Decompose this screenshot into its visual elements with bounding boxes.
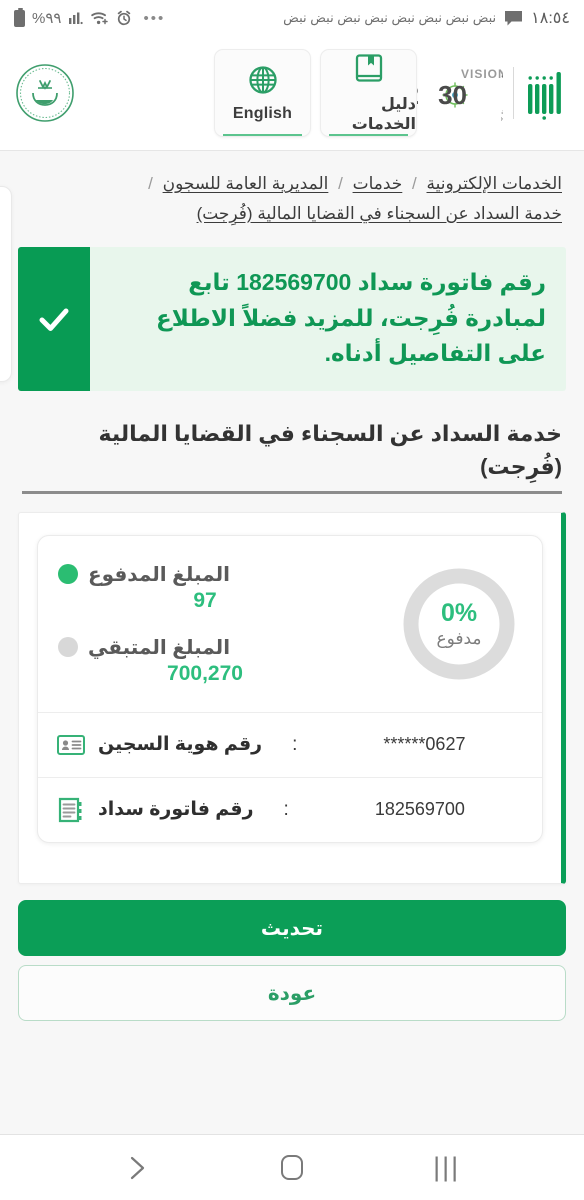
id-card-icon	[57, 734, 85, 755]
service-panel: المبلغ المدفوع 97 المبلغ المتبقي 700,270	[18, 511, 566, 884]
svg-text:المملكة العربية السعودية: المملكة العربية السعودية	[501, 108, 503, 116]
donut-caption-label: مدفوع	[436, 628, 482, 648]
breadcrumb-item-e-services[interactable]: الخدمات الإلكترونية	[427, 174, 563, 193]
absher-logo	[528, 72, 561, 120]
android-nav-bar: |||	[0, 1134, 584, 1200]
alert-message: رقم فاتورة سداد 182569700 تابع لمبادرة ف…	[155, 269, 546, 367]
remaining-value: 700,270	[167, 661, 243, 685]
alert-icon-panel	[18, 246, 90, 391]
payment-legend: المبلغ المدفوع 97 المبلغ المتبقي 700,270	[58, 562, 382, 686]
site-header: رؤيـــة VISION 2 30 المملكة العربية السع…	[0, 36, 584, 151]
payment-progress-donut: 0% مدفوع	[400, 565, 518, 683]
breadcrumb-separator: /	[148, 174, 153, 193]
svg-text:2: 2	[417, 80, 419, 110]
saudi-ministry-interior-emblem	[16, 64, 74, 122]
nav-back-button[interactable]	[110, 1141, 164, 1195]
breadcrumb-item-services[interactable]: خدمات	[353, 174, 403, 193]
legend-remaining: المبلغ المتبقي 700,270	[58, 635, 382, 686]
back-button[interactable]: عودة	[18, 964, 566, 1021]
svg-text:KINGDOM OF SAUDI ARABIA: KINGDOM OF SAUDI ARABIA	[501, 117, 503, 123]
nav-recents-button[interactable]: |||	[420, 1141, 474, 1195]
page-title-wrap: خدمة السداد عن السجناء في القضايا المالي…	[22, 417, 562, 494]
services-guide-button[interactable]: دليل الخدمات	[320, 49, 417, 137]
breadcrumb-separator: /	[412, 174, 417, 193]
paid-label: المبلغ المدفوع	[88, 563, 230, 586]
success-alert: رقم فاتورة سداد 182569700 تابع لمبادرة ف…	[18, 246, 566, 391]
page-content: الخدمات الإلكترونية / خدمات / المديرية ا…	[0, 151, 584, 1134]
breadcrumb-separator: /	[338, 174, 343, 193]
status-bar-left: ٩٩% •••	[14, 7, 169, 27]
book-bookmark-icon	[355, 54, 382, 82]
prisoner-id-label: رقم هوية السجين	[98, 734, 263, 755]
page-title: خدمة السداد عن السجناء في القضايا المالي…	[22, 417, 562, 494]
notification-ticker-label: نبض نبض نبض نبض نبض نبض نبض نبض	[283, 10, 497, 25]
home-icon	[281, 1155, 304, 1180]
globe-icon	[248, 66, 277, 94]
battery-percent-label: ٩٩%	[32, 10, 62, 27]
clock-label: ١٨:٥٤	[531, 10, 570, 27]
services-guide-label: دليل الخدمات	[351, 96, 416, 133]
paid-value: 97	[193, 588, 217, 612]
back-chevron-icon	[131, 1156, 145, 1179]
legend-paid: المبلغ المدفوع 97	[58, 562, 382, 613]
status-bar: ٩٩% ••• ١٨:٥٤ نبض نبض نبض نبض نبض نبض نب…	[0, 0, 584, 36]
remaining-dot-icon	[58, 637, 78, 657]
invoice-document-icon	[58, 797, 82, 822]
donut-percent-label: 0%	[440, 598, 478, 627]
vision-2030-logo-group: رؤيـــة VISION 2 30 المملكة العربية السع…	[417, 62, 566, 124]
wifi-icon	[91, 12, 109, 25]
action-buttons: تحديث عودة	[18, 899, 566, 1021]
recents-icon: |||	[433, 1152, 461, 1182]
breadcrumb-item-current-service[interactable]: خدمة السداد عن السجناء في القضايا المالي…	[197, 204, 562, 223]
donut-center: 0% مدفوع	[400, 565, 518, 683]
phone-screen: ٩٩% ••• ١٨:٥٤ نبض نبض نبض نبض نبض نبض نب…	[0, 0, 584, 1200]
update-button[interactable]: تحديث	[18, 899, 566, 956]
payment-summary-card: المبلغ المدفوع 97 المبلغ المتبقي 700,270	[37, 534, 543, 843]
message-bubble-icon	[505, 10, 523, 25]
breadcrumb-item-prisons-directorate[interactable]: المديرية العامة للسجون	[163, 174, 329, 193]
offscreen-card-edge	[0, 186, 12, 382]
language-english-button[interactable]: English	[214, 49, 311, 137]
signal-bars-icon	[69, 12, 84, 25]
prisoner-id-colon: :	[292, 733, 298, 755]
invoice-number-value: 182569700	[374, 799, 465, 819]
prisoner-id-value: ******0627	[383, 734, 466, 754]
battery-icon	[14, 7, 25, 27]
logo-divider	[513, 67, 514, 119]
detail-row-invoice-number: رقم فاتورة سداد : 182569700	[38, 776, 542, 842]
status-overflow-icon: •••	[143, 9, 166, 27]
alarm-clock-icon	[118, 10, 131, 26]
status-bar-right: ١٨:٥٤ نبض نبض نبض نبض نبض نبض نبض نبض	[283, 8, 570, 28]
breadcrumb: الخدمات الإلكترونية / خدمات / المديرية ا…	[0, 151, 584, 235]
nav-home-button[interactable]	[265, 1141, 319, 1195]
invoice-number-label: رقم فاتورة سداد	[98, 799, 254, 820]
paid-dot-icon	[58, 564, 78, 584]
invoice-number-colon: :	[283, 798, 289, 820]
header-buttons: دليل الخدمات English	[214, 49, 417, 137]
detail-row-prisoner-id: رقم هوية السجين : ******0627	[38, 711, 542, 777]
remaining-label: المبلغ المتبقي	[88, 636, 231, 659]
svg-text:30: 30	[438, 80, 467, 110]
check-mark-icon	[39, 308, 69, 331]
svg-text:VISION: VISION	[461, 67, 503, 81]
language-english-label: English	[232, 105, 293, 122]
vision-2030-mark: رؤيـــة VISION 2 30 المملكة العربية السع…	[417, 67, 503, 123]
payment-summary: المبلغ المدفوع 97 المبلغ المتبقي 700,270	[38, 536, 542, 712]
